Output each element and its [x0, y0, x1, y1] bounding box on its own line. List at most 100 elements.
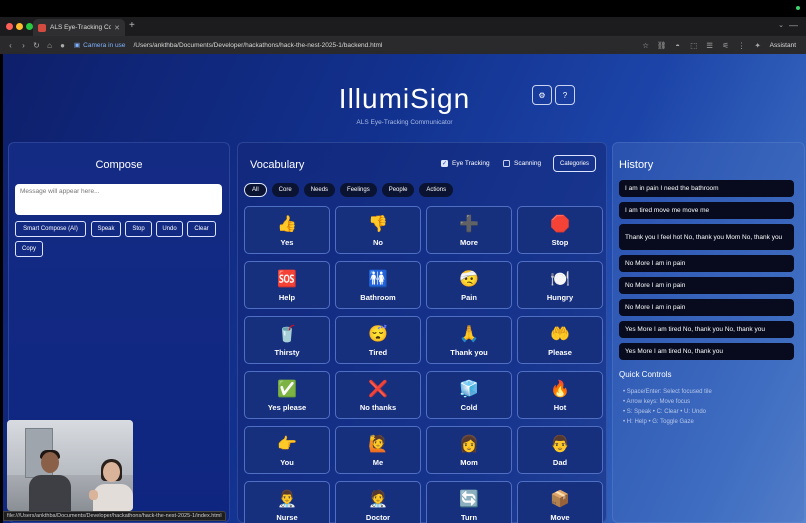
tile-bathroom[interactable]: 🚻 Bathroom [335, 261, 421, 309]
category-filters: All Core Needs Feelings People Actions [244, 183, 458, 197]
filter-feelings[interactable]: Feelings [340, 183, 377, 197]
tile-mom[interactable]: 👩 Mom [426, 426, 512, 474]
menu-bar [0, 0, 806, 17]
tile-you[interactable]: 👉 You [244, 426, 330, 474]
reading-list-icon[interactable]: ☰ [702, 41, 718, 50]
help-button[interactable]: ? [555, 85, 575, 105]
minimize-window-button[interactable] [16, 23, 23, 30]
tile-pain[interactable]: 🤕 Pain [426, 261, 512, 309]
history-item[interactable]: No More I am in pain [619, 277, 794, 294]
tile-tired[interactable]: 😴 Tired [335, 316, 421, 364]
history-panel: History I am in pain I need the bathroom… [612, 142, 805, 523]
toolbar-icons: ☆ ⛓ ◓ ⬚ ☰ ⚟ ⋮ ✦ Assistant [638, 36, 806, 54]
history-item[interactable]: I am tired move me move me [619, 202, 794, 219]
history-item[interactable]: No More I am in pain [619, 299, 794, 316]
clear-button[interactable]: Clear [187, 221, 216, 237]
extensions-icon[interactable]: ⬚ [686, 41, 702, 50]
box-icon: 📦 [550, 490, 570, 508]
restroom-icon: 🚻 [368, 270, 388, 288]
tile-label: Hungry [546, 292, 574, 302]
tile-more[interactable]: ➕ More [426, 206, 512, 254]
speak-button[interactable]: Speak [91, 221, 121, 237]
tile-label: Dad [552, 457, 568, 467]
filter-all[interactable]: All [244, 183, 267, 197]
filter-needs[interactable]: Needs [303, 183, 336, 197]
tile-turn[interactable]: 🔄 Turn [426, 481, 512, 523]
stop-button[interactable]: Stop [125, 221, 152, 237]
filter-people[interactable]: People [381, 183, 415, 197]
tile-stop[interactable]: 🛑 Stop [517, 206, 603, 254]
tile-no[interactable]: 👎 No [335, 206, 421, 254]
tile-hot[interactable]: 🔥 Hot [517, 371, 603, 419]
history-item[interactable]: Yes More I am tired No, thank you [619, 343, 794, 360]
tile-label: Please [548, 347, 572, 357]
sleeping-face-icon: 😴 [368, 325, 388, 343]
quick-controls-title: Quick Controls [619, 370, 672, 379]
tile-me[interactable]: 🙋 Me [335, 426, 421, 474]
tile-please[interactable]: 🤲 Please [517, 316, 603, 364]
filter-actions[interactable]: Actions [419, 183, 454, 197]
zoom-window-button[interactable] [26, 23, 33, 30]
tile-thank-you[interactable]: 🙏 Thank you [426, 316, 512, 364]
url-field[interactable]: /Users/ankthba/Documents/Developer/hacka… [133, 42, 382, 49]
tile-no-thanks[interactable]: ❌ No thanks [335, 371, 421, 419]
more-menu-icon[interactable]: ⋮ [734, 41, 750, 50]
person-body [93, 484, 133, 511]
tile-yes[interactable]: 👍 Yes [244, 206, 330, 254]
history-item[interactable]: Thank you I feel hot No, thank you Mom N… [619, 224, 794, 250]
link-icon[interactable]: ⛓ [654, 41, 670, 50]
settings-button[interactable]: ⚙ [532, 85, 552, 105]
cross-mark-icon: ❌ [368, 380, 388, 398]
eye-tracking-checkbox[interactable]: ✓ [441, 160, 448, 167]
back-icon[interactable]: ‹ [4, 41, 17, 50]
assistant-button[interactable]: Assistant [770, 42, 796, 49]
assistant-icon[interactable]: ✦ [750, 41, 766, 50]
browser-tab[interactable]: ALS Eye-Tracking Communi... ✕ [33, 19, 125, 36]
settings-icon: ⚙ [538, 90, 546, 100]
smart-compose-button[interactable]: Smart Compose (AI) [15, 221, 86, 237]
tile-cold[interactable]: 🧊 Cold [426, 371, 512, 419]
quick-control-item: • H: Help • G: Toggle Gaze [623, 419, 694, 425]
quick-control-item: • Arrow keys: Move focus [623, 399, 691, 405]
reload-icon[interactable]: ↻ [30, 41, 43, 50]
tile-dad[interactable]: 👨 Dad [517, 426, 603, 474]
window-minimize-icon[interactable]: — [789, 20, 798, 30]
categories-button[interactable]: Categories [553, 155, 596, 172]
tile-yes-please[interactable]: ✅ Yes please [244, 371, 330, 419]
fire-icon: 🔥 [550, 380, 570, 398]
new-tab-icon[interactable]: + [129, 20, 135, 31]
thumbs-up-icon: 👍 [277, 215, 297, 233]
incognito-icon[interactable]: ◓ [670, 41, 686, 50]
copy-button[interactable]: Copy [15, 241, 43, 257]
tile-nurse[interactable]: 👨‍⚕️ Nurse [244, 481, 330, 523]
tile-move[interactable]: 📦 Move [517, 481, 603, 523]
microphone-icon[interactable]: ● [56, 41, 69, 50]
tile-help[interactable]: 🆘 Help [244, 261, 330, 309]
eye-tracking-label: Eye Tracking [452, 160, 490, 167]
tab-list-chevron-icon[interactable]: ⌄ [778, 21, 784, 29]
undo-button[interactable]: Undo [156, 221, 183, 237]
history-item[interactable]: No More I am in pain [619, 255, 794, 272]
home-icon[interactable]: ⌂ [43, 41, 56, 50]
link-status-bar: file:///Users/ankthba/Documents/Develope… [3, 511, 226, 521]
history-item[interactable]: Yes More I am tired No, thank you No, th… [619, 321, 794, 338]
tile-thirsty[interactable]: 🥤 Thirsty [244, 316, 330, 364]
history-item[interactable]: I am in pain I need the bathroom [619, 180, 794, 197]
check-mark-icon: ✅ [277, 380, 297, 398]
scanning-toggle[interactable]: Scanning [503, 160, 541, 167]
close-tab-icon[interactable]: ✕ [114, 24, 120, 32]
tile-hungry[interactable]: 🍽️ Hungry [517, 261, 603, 309]
message-input[interactable] [15, 184, 222, 215]
eye-tracking-toggle[interactable]: ✓ Eye Tracking [441, 160, 490, 167]
bookmark-star-icon[interactable]: ☆ [638, 41, 654, 50]
tab-title: ALS Eye-Tracking Communi... [50, 24, 112, 31]
camera-indicator[interactable]: ▣ Camera in use [74, 41, 125, 50]
praying-hands-icon: 🙏 [459, 325, 479, 343]
forward-icon[interactable]: › [17, 41, 30, 50]
tune-icon[interactable]: ⚟ [718, 41, 734, 50]
scanning-checkbox[interactable] [503, 160, 510, 167]
filter-core[interactable]: Core [271, 183, 299, 197]
close-window-button[interactable] [6, 23, 13, 30]
recording-indicator [796, 6, 800, 10]
tile-doctor[interactable]: 🧑‍⚕️ Doctor [335, 481, 421, 523]
